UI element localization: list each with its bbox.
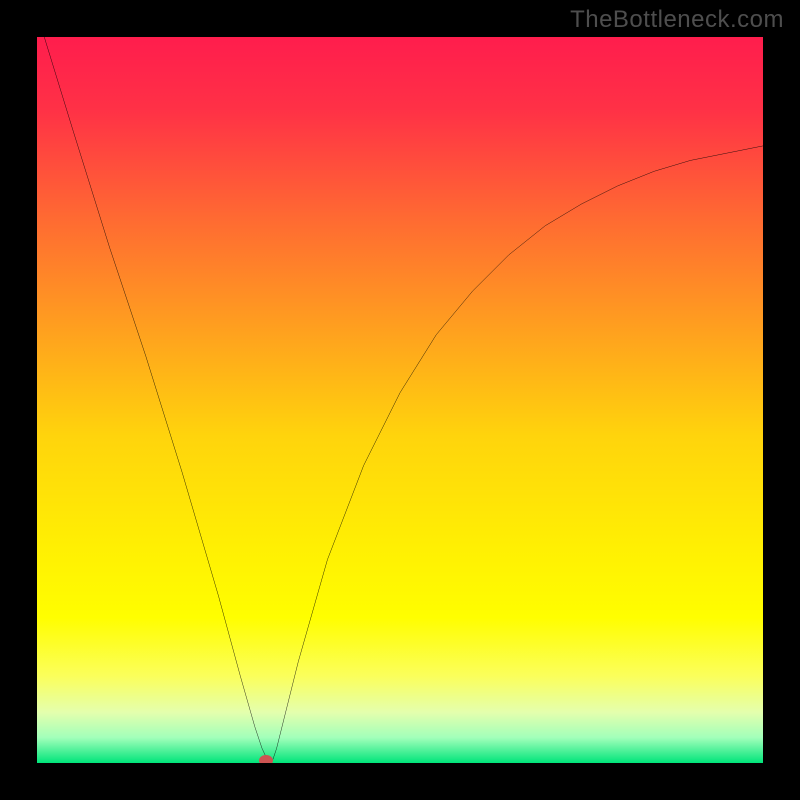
chart-frame: TheBottleneck.com	[0, 0, 800, 800]
minimum-marker	[259, 755, 273, 763]
bottleneck-curve	[37, 37, 763, 763]
plot-area	[37, 37, 763, 763]
watermark-text: TheBottleneck.com	[570, 6, 784, 34]
